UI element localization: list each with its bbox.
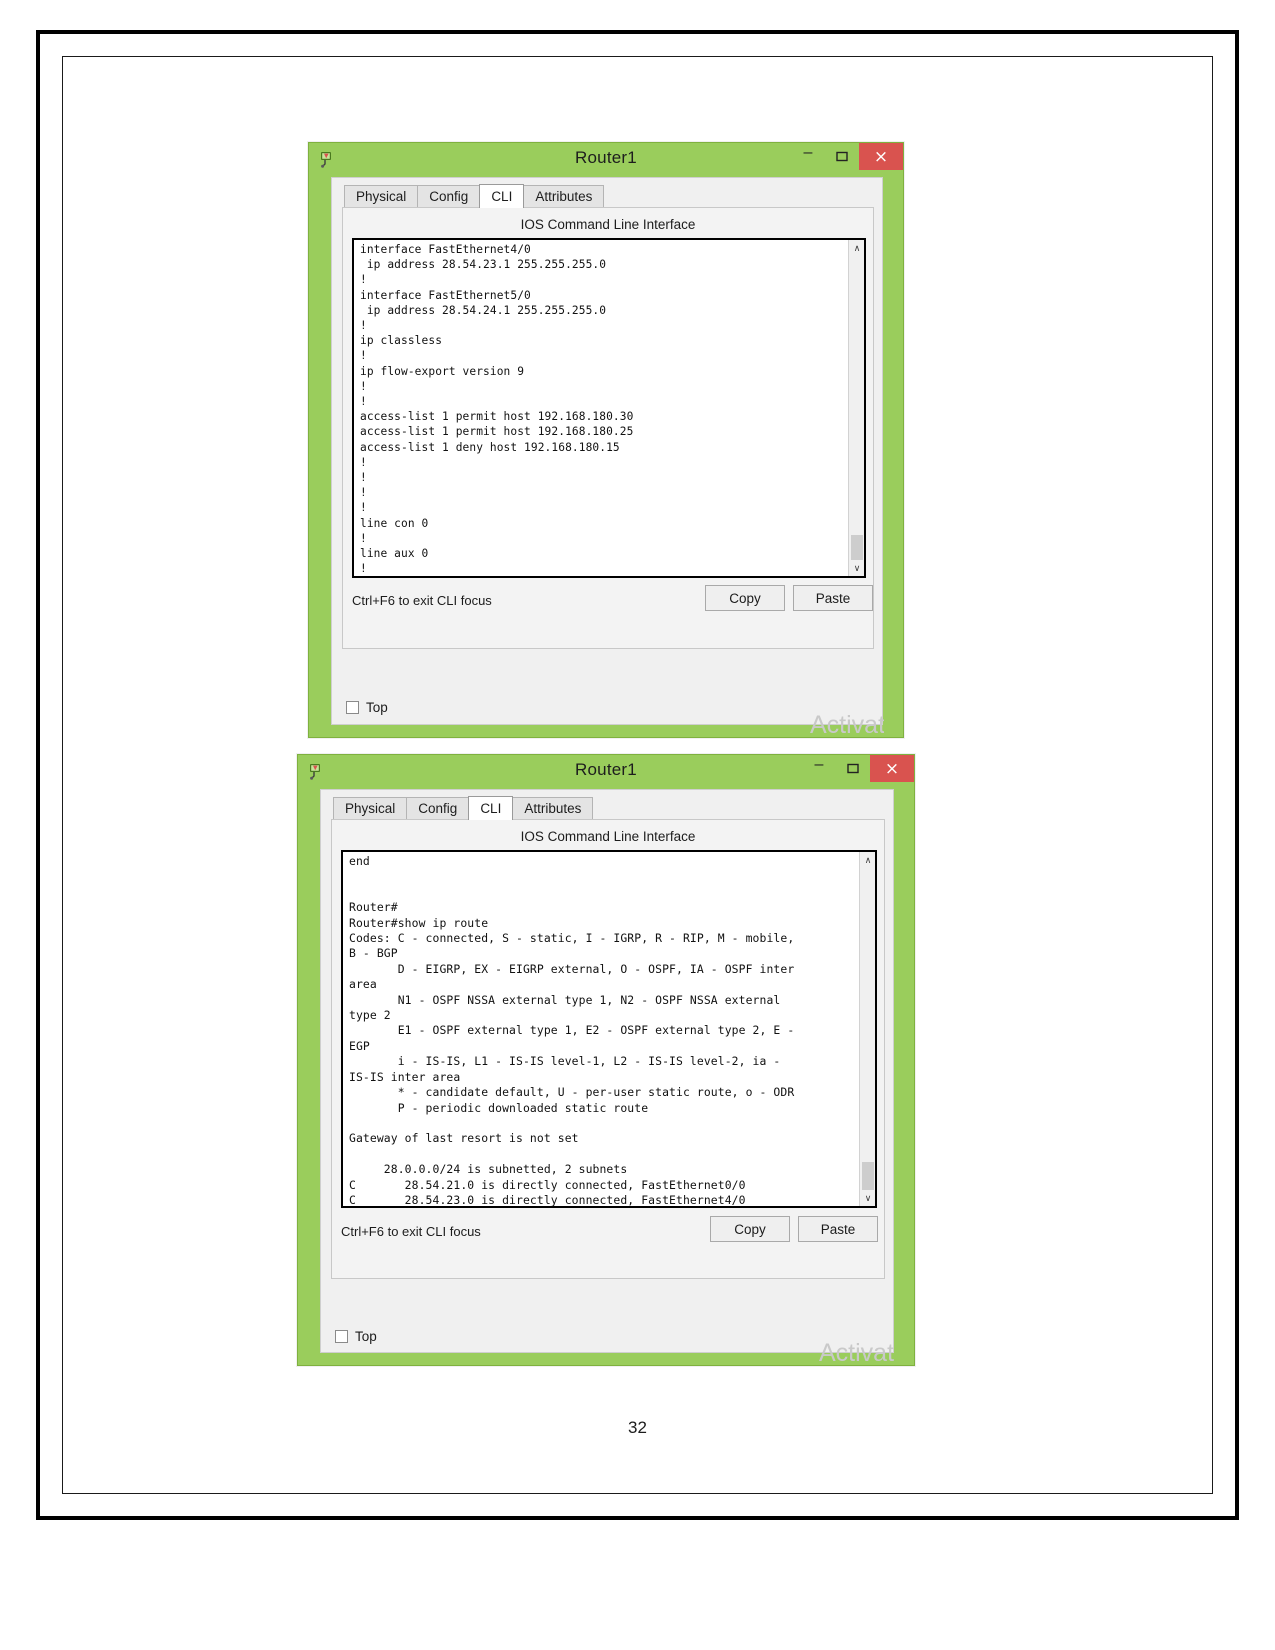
close-icon[interactable]: × — [859, 143, 903, 170]
cli-panel-heading: IOS Command Line Interface — [520, 217, 696, 232]
window-controls[interactable]: – × — [802, 755, 914, 787]
activate-windows-watermark: Activate W — [810, 711, 884, 739]
tab-cli[interactable]: CLI — [479, 184, 525, 208]
cli-focus-hint: Ctrl+F6 to exit CLI focus — [341, 1224, 481, 1239]
cli-output-box[interactable]: end Router# Router#show ip route Codes: … — [341, 850, 877, 1208]
tab-bar[interactable]: Physical Config CLI Attributes — [344, 184, 605, 208]
minimize-button[interactable]: – — [791, 143, 825, 170]
minimize-button[interactable]: – — [802, 755, 836, 782]
tab-cli[interactable]: CLI — [468, 796, 514, 820]
paste-button[interactable]: Paste — [793, 585, 873, 611]
scroll-up-arrow-icon[interactable]: ∧ — [849, 240, 864, 256]
tab-config[interactable]: Config — [417, 185, 481, 208]
scroll-down-arrow-icon[interactable]: ∨ — [849, 560, 864, 576]
window-body: Physical Config CLI Attributes IOS Comma… — [320, 789, 895, 1367]
cli-panel-heading: IOS Command Line Interface — [520, 829, 696, 844]
router1-show-route-window[interactable]: Router1 – × Physical Config CLI Attribut… — [297, 754, 915, 1367]
top-checkbox-label: Top — [366, 700, 388, 715]
tab-bar[interactable]: Physical Config CLI Attributes — [333, 796, 594, 820]
cli-output-text: end Router# Router#show ip route Codes: … — [349, 854, 857, 1206]
tab-attributes[interactable]: Attributes — [512, 797, 594, 820]
cli-panel: IOS Command Line Interface interface Fas… — [342, 207, 874, 649]
copy-button[interactable]: Copy — [705, 585, 785, 611]
cli-vertical-scrollbar[interactable]: ∧ ∨ — [848, 240, 864, 576]
activate-windows-watermark: Activate W — [819, 1339, 895, 1367]
tab-physical[interactable]: Physical — [344, 185, 419, 208]
top-checkbox-row[interactable]: Top — [335, 1329, 377, 1344]
window-titlebar[interactable]: Router1 – × — [298, 755, 914, 787]
router1-config-window[interactable]: Router1 – × Physical Config CLI Attribut… — [308, 142, 904, 739]
tab-config[interactable]: Config — [406, 797, 470, 820]
window-body: Physical Config CLI Attributes IOS Comma… — [331, 177, 884, 739]
paste-button[interactable]: Paste — [798, 1216, 878, 1242]
top-checkbox[interactable] — [335, 1330, 348, 1343]
cli-vertical-scrollbar[interactable]: ∧ ∨ — [859, 852, 875, 1206]
cli-output-text: interface FastEthernet4/0 ip address 28.… — [360, 242, 846, 576]
copy-button[interactable]: Copy — [710, 1216, 790, 1242]
cli-panel: IOS Command Line Interface end Router# R… — [331, 819, 885, 1279]
maximize-icon[interactable] — [825, 143, 859, 170]
top-checkbox-label: Top — [355, 1329, 377, 1344]
top-checkbox-row[interactable]: Top — [346, 700, 388, 715]
close-icon[interactable]: × — [870, 755, 914, 782]
cli-output-box[interactable]: interface FastEthernet4/0 ip address 28.… — [352, 238, 866, 578]
window-controls[interactable]: – × — [791, 143, 903, 175]
scroll-down-arrow-icon[interactable]: ∨ — [860, 1190, 875, 1206]
tab-attributes[interactable]: Attributes — [523, 185, 605, 208]
top-checkbox[interactable] — [346, 701, 359, 714]
cli-focus-hint: Ctrl+F6 to exit CLI focus — [352, 593, 492, 608]
scroll-up-arrow-icon[interactable]: ∧ — [860, 852, 875, 868]
window-titlebar[interactable]: Router1 – × — [309, 143, 903, 175]
maximize-icon[interactable] — [836, 755, 870, 782]
page-number: 32 — [628, 1418, 647, 1437]
tab-physical[interactable]: Physical — [333, 797, 408, 820]
